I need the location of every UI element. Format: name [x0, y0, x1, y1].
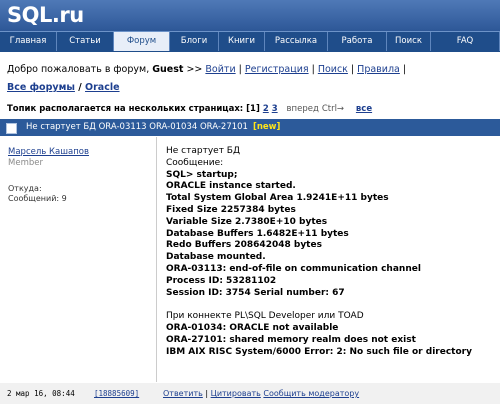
- pagination-label: Топик располагается на нескольких страни…: [7, 104, 247, 114]
- nav-item-6[interactable]: Рассылка: [265, 32, 328, 51]
- pagination-current: [1]: [246, 104, 260, 114]
- post-line: SQL> startup;: [166, 169, 238, 180]
- all-pages-link[interactable]: все: [356, 104, 372, 114]
- register-link[interactable]: Регистрация: [245, 64, 309, 75]
- nav-item-9[interactable]: FAQ: [431, 32, 500, 51]
- breadcrumb-oracle[interactable]: Oracle: [85, 82, 120, 93]
- post-footer: 2 мар 16, 08:44 [18885609] Ответить | Ци…: [0, 383, 500, 404]
- author-from: Откуда:: [8, 184, 42, 193]
- welcome-line: Добро пожаловать в форум, Guest >> Войти…: [7, 64, 407, 75]
- site-logo[interactable]: SQL.ru: [7, 3, 84, 27]
- search-link[interactable]: Поиск: [318, 64, 348, 75]
- post-line: Variable Size 2.7380E+10 bytes: [166, 216, 328, 227]
- page-3-link[interactable]: 3: [272, 104, 278, 114]
- site-header: SQL.ru: [0, 0, 500, 31]
- post-line: Не стартует БД: [166, 146, 240, 156]
- welcome-text: Добро пожаловать в форум,: [7, 64, 153, 75]
- pagination: Топик располагается на нескольких страни…: [7, 104, 372, 114]
- author-name-link[interactable]: Марсель Кашапов: [8, 147, 89, 157]
- post-line: Process ID: 53281102: [166, 275, 277, 286]
- post-line: Total System Global Area 1.9241E+11 byte…: [166, 193, 389, 204]
- post-line: Database mounted.: [166, 252, 266, 263]
- breadcrumb-sep: /: [74, 82, 86, 93]
- breadcrumb-all-forums[interactable]: Все форумы: [7, 82, 75, 93]
- post-line: Fixed Size 2257384 bytes: [166, 204, 296, 215]
- post-line-gap: [166, 299, 491, 311]
- post-line: ORA-01034: ORACLE not available: [166, 323, 339, 334]
- new-badge: [new]: [252, 122, 281, 132]
- post-line: Database Buffers 1.6482E+11 bytes: [166, 228, 349, 239]
- reply-link[interactable]: Ответить: [163, 389, 203, 398]
- post-line: ORA-03113: end-of-file on communication …: [166, 263, 421, 274]
- post-line: ORA-27101: shared memory realm does not …: [166, 334, 416, 345]
- login-link[interactable]: Войти: [205, 64, 235, 75]
- nav-item-5[interactable]: Книги: [219, 32, 265, 51]
- breadcrumb: Все форумы / Oracle: [7, 82, 120, 93]
- post-body: Не стартует БД Сообщение: SQL> startup; ORA…: [166, 146, 491, 359]
- post-date: 2 мар 16, 08:44: [7, 389, 75, 398]
- main-nav: Главная Статьи Форум Блоги Книги Рассылка Рабо…: [0, 31, 500, 52]
- post-author-panel: Марсель Кашапов Member Откуда: Сообщений…: [0, 137, 157, 382]
- ctrl-hint: Ctrl→: [321, 104, 345, 114]
- post-icon: [6, 123, 17, 134]
- quote-link[interactable]: Цитировать: [211, 389, 261, 398]
- topic-title-bar: Не стартует БД ORA-03113 ORA-01034 ORA-2…: [0, 119, 500, 136]
- author-role: Member: [8, 158, 43, 168]
- page-2-link[interactable]: 2: [263, 104, 269, 114]
- nav-item-4[interactable]: Блоги: [170, 32, 219, 51]
- post-line: Redo Buffers 208642048 bytes: [166, 240, 322, 251]
- nav-item-3[interactable]: Форум: [114, 32, 170, 51]
- rules-link[interactable]: Правила: [357, 64, 400, 75]
- post-line: IBM AIX RISC System/6000 Error: 2: No su…: [166, 346, 472, 357]
- post-line: ORACLE instance started.: [166, 181, 296, 192]
- post-id-link[interactable]: [18885609]: [94, 383, 139, 404]
- post-line: Session ID: 3754 Serial number: 67: [166, 287, 345, 298]
- nav-item-2[interactable]: Статьи: [57, 32, 114, 51]
- post: Марсель Кашапов Member Откуда: Сообщений…: [0, 137, 500, 384]
- topic-title: Не стартует БД ORA-03113 ORA-01034 ORA-2…: [26, 122, 248, 132]
- post-line: При коннекте PL\SQL Developer или TOAD: [166, 311, 364, 322]
- post-line: Сообщение:: [166, 157, 224, 168]
- nav-item-1[interactable]: Главная: [0, 32, 57, 51]
- next-label: вперед: [286, 104, 319, 114]
- guest-name: Guest: [152, 64, 184, 75]
- welcome-sep: >>: [183, 64, 206, 75]
- author-message-count: Сообщений: 9: [8, 194, 67, 203]
- report-link[interactable]: Сообщить модератору: [263, 389, 359, 398]
- nav-item-8[interactable]: Поиск: [387, 32, 431, 51]
- nav-item-7[interactable]: Работа: [328, 32, 387, 51]
